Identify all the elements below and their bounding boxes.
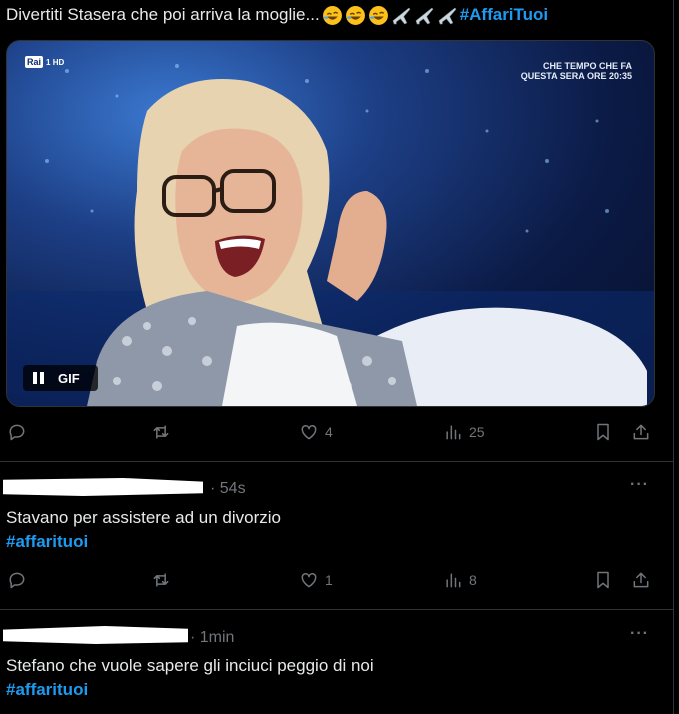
broadcast-line-2: QUESTA SERA ORE 20:35 — [520, 71, 632, 81]
more-options-icon[interactable]: ··· — [630, 625, 649, 643]
timeline-border — [673, 0, 674, 714]
repost-button[interactable] — [151, 422, 171, 442]
views-button[interactable]: 8 — [443, 570, 477, 590]
reply-text: Stefano che vuole sapere gli inciuci peg… — [6, 656, 374, 675]
views-button[interactable]: 25 — [443, 422, 485, 442]
laughing-emoji-icon — [368, 6, 388, 25]
post-action-bar: 4 25 — [0, 422, 679, 446]
views-count: 8 — [469, 572, 477, 588]
heart-icon — [301, 424, 317, 440]
share-icon — [633, 424, 649, 440]
airplane-emoji-icon — [415, 7, 434, 25]
gif-label: GIF — [58, 370, 80, 386]
laughing-emoji-icon — [345, 6, 365, 25]
bookmark-icon — [597, 571, 609, 589]
repost-icon — [153, 573, 169, 587]
bookmark-icon — [597, 423, 609, 441]
airplane-emoji-icon — [438, 7, 457, 25]
repost-icon — [153, 425, 169, 439]
channel-number: 1 HD — [46, 57, 65, 67]
broadcast-line-1: CHE TEMPO CHE FA — [542, 61, 632, 71]
repost-button[interactable] — [151, 570, 171, 590]
reply-icon — [9, 572, 25, 589]
reply-text: Stavano per assistere ad un divorzio — [6, 508, 281, 527]
gif-pause-button[interactable]: GIF — [23, 365, 98, 391]
reply-hashtag-link[interactable]: #affarituoi — [6, 679, 88, 701]
post-gif-media[interactable]: Rai 1 HD CHE TEMPO CHE FA QUESTA SERA OR… — [6, 40, 655, 407]
post-text-body: Divertiti Stasera che poi arriva la mogl… — [6, 5, 320, 24]
share-button[interactable] — [631, 422, 651, 442]
more-options-icon[interactable]: ··· — [630, 476, 649, 494]
reply-divider — [0, 609, 673, 610]
pause-icon — [32, 372, 46, 384]
reply-icon — [9, 424, 25, 441]
reply-button[interactable] — [7, 422, 27, 442]
channel-logo-text: Rai — [25, 56, 44, 68]
like-count: 4 — [325, 424, 333, 440]
analytics-icon — [446, 573, 461, 588]
like-button[interactable]: 4 — [299, 422, 333, 442]
channel-logo: Rai 1 HD — [25, 56, 64, 68]
bookmark-button[interactable] — [593, 422, 613, 442]
laughing-emoji-icon — [322, 6, 342, 25]
post-hashtag-link[interactable]: #AffariTuoi — [460, 5, 548, 24]
heart-icon — [301, 572, 317, 588]
bookmark-button[interactable] — [593, 570, 613, 590]
share-button[interactable] — [631, 570, 651, 590]
views-count: 25 — [469, 424, 485, 440]
reply-hashtag-link[interactable]: #affarituoi — [6, 531, 88, 553]
emoji-row — [322, 5, 460, 26]
reply-button[interactable] — [7, 570, 27, 590]
analytics-icon — [446, 425, 461, 440]
broadcast-overlay: CHE TEMPO CHE FA QUESTA SERA ORE 20:35 — [521, 61, 632, 81]
redacted-username — [3, 626, 188, 644]
post-text: Divertiti Stasera che poi arriva la mogl… — [6, 4, 548, 26]
reply-action-bar: 1 8 — [0, 570, 679, 594]
like-button[interactable]: 1 — [299, 570, 333, 590]
reply-timestamp[interactable]: · 1min — [190, 629, 234, 647]
airplane-emoji-icon — [392, 7, 411, 25]
redacted-username — [3, 478, 203, 496]
share-icon — [633, 572, 649, 588]
gif-frame-illustration — [7, 64, 654, 406]
like-count: 1 — [325, 572, 333, 588]
post-divider — [0, 461, 673, 462]
reply-timestamp[interactable]: · 54s — [210, 480, 246, 498]
